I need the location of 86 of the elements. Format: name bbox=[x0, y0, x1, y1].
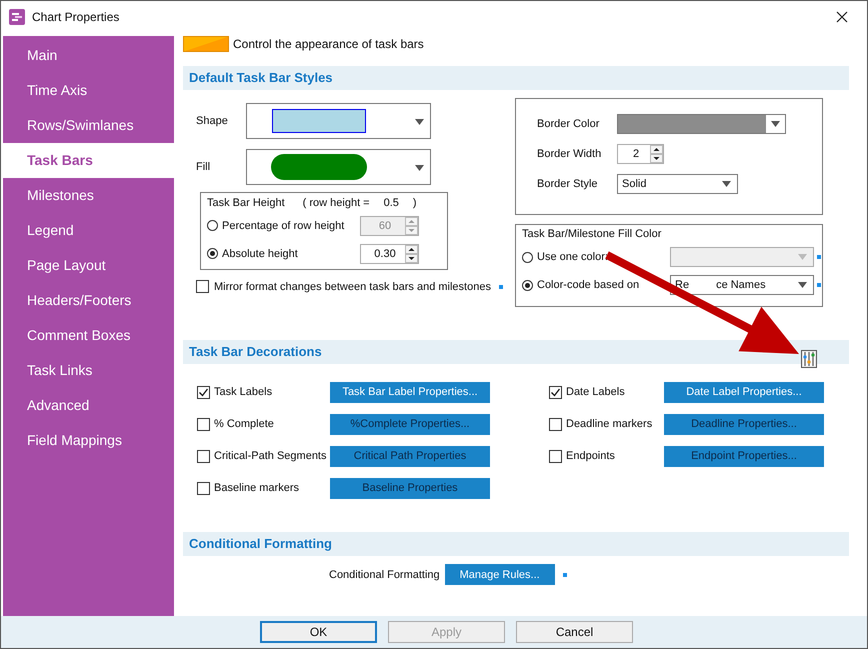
task-bar-icon bbox=[183, 36, 229, 52]
sidebar-item[interactable]: Headers/Footers bbox=[3, 283, 174, 318]
radio-button[interactable] bbox=[207, 248, 218, 259]
section-header: Default Task Bar Styles bbox=[183, 66, 849, 90]
header-text: Control the appearance of task bars bbox=[233, 37, 424, 51]
sidebar-item[interactable]: Advanced bbox=[3, 388, 174, 423]
properties-button[interactable]: Baseline Properties bbox=[330, 478, 490, 498]
radio-label: Use one color: bbox=[537, 251, 609, 263]
field-label: Border Width bbox=[537, 148, 602, 160]
spin-arrows-icon bbox=[650, 145, 663, 163]
manage-rules-button[interactable]: Manage Rules... bbox=[444, 564, 555, 585]
checkbox[interactable] bbox=[549, 386, 562, 398]
shape-dropdown[interactable] bbox=[246, 103, 431, 139]
checkbox-label: % Complete bbox=[214, 418, 275, 430]
dialog-button[interactable]: Cancel bbox=[516, 621, 633, 643]
dropdown-caret-icon bbox=[415, 165, 424, 171]
border-color-dropdown[interactable] bbox=[617, 114, 786, 134]
close-icon[interactable] bbox=[836, 11, 848, 23]
fill-dropdown[interactable] bbox=[246, 149, 431, 185]
radio-label: Color-code based on bbox=[537, 279, 640, 291]
checkbox-label: Baseline markers bbox=[214, 482, 300, 494]
sidebar-item[interactable]: Legend bbox=[3, 213, 174, 248]
app-icon bbox=[9, 9, 25, 25]
sidebar-item[interactable]: Field Mappings bbox=[3, 423, 174, 458]
properties-button[interactable]: Date Label Properties... bbox=[664, 382, 824, 402]
rounded-bar-swatch-icon bbox=[270, 154, 366, 180]
spin-arrows-icon bbox=[405, 216, 418, 234]
sidebar-item[interactable]: Task Links bbox=[3, 353, 174, 388]
checkbox[interactable] bbox=[197, 450, 210, 462]
dropdown-caret-icon bbox=[798, 282, 807, 288]
spin-arrows-icon bbox=[405, 244, 418, 262]
radio-button[interactable] bbox=[207, 220, 218, 231]
checkbox[interactable] bbox=[549, 450, 562, 462]
checkbox[interactable] bbox=[196, 280, 209, 293]
radio-label: Absolute height bbox=[222, 248, 299, 260]
sidebar-item[interactable]: Page Layout bbox=[3, 248, 174, 283]
border-style-dropdown[interactable]: Solid bbox=[617, 174, 738, 194]
checkbox[interactable] bbox=[197, 482, 210, 494]
field-label: Border Style bbox=[537, 178, 599, 190]
checkbox-label: Task Labels bbox=[214, 386, 274, 398]
sidebar-item[interactable]: Main bbox=[3, 38, 174, 73]
sidebar-item[interactable]: Milestones bbox=[3, 178, 174, 213]
checkbox[interactable] bbox=[549, 418, 562, 430]
checkbox-label: Mirror format changes between task bars and milestones bbox=[214, 280, 491, 292]
checkbox[interactable] bbox=[197, 386, 210, 398]
group-title: Task Bar Height bbox=[207, 197, 285, 209]
section-header: Task Bar Decorations bbox=[183, 340, 849, 364]
color-source-dropdown[interactable]: Re ce Names bbox=[670, 275, 814, 295]
checkbox-label: Deadline markers bbox=[566, 418, 654, 430]
dropdown-caret-icon bbox=[722, 181, 731, 187]
dropdown-caret-icon bbox=[798, 254, 807, 260]
radio-label: Percentage of row height bbox=[222, 220, 346, 232]
field-label: Conditional Formatting bbox=[329, 568, 440, 580]
sidebar-item[interactable]: Time Axis bbox=[3, 73, 174, 108]
color-source-dropdown[interactable] bbox=[670, 247, 814, 267]
group-title: Task Bar/Milestone Fill Color bbox=[522, 228, 662, 240]
radio-button[interactable] bbox=[522, 252, 533, 262]
row-height-value: 0.5 bbox=[384, 197, 399, 209]
sidebar-item[interactable]: Comment Boxes bbox=[3, 318, 174, 353]
checkbox[interactable] bbox=[197, 418, 210, 430]
number-spinner[interactable]: 60 bbox=[360, 216, 419, 236]
field-label: Shape bbox=[196, 115, 229, 127]
checkbox-label: Date Labels bbox=[566, 386, 626, 398]
dropdown-caret-icon bbox=[415, 119, 424, 125]
properties-button[interactable]: Task Bar Label Properties... bbox=[330, 382, 490, 402]
sidebar-item[interactable]: Rows/Swimlanes bbox=[3, 108, 174, 143]
properties-button[interactable]: Endpoint Properties... bbox=[664, 446, 824, 466]
section-header: Conditional Formatting bbox=[183, 532, 849, 556]
properties-button[interactable]: Critical Path Properties bbox=[330, 446, 490, 466]
properties-button[interactable]: %Complete Properties... bbox=[330, 414, 490, 434]
dialog-button[interactable]: OK bbox=[260, 621, 377, 643]
number-spinner[interactable]: 0.30 bbox=[360, 244, 419, 264]
checkbox-label: Critical-Path Segments bbox=[214, 450, 328, 462]
checkbox-label: Endpoints bbox=[566, 450, 616, 462]
number-spinner[interactable]: 2 bbox=[617, 144, 664, 164]
settings-icon[interactable] bbox=[801, 350, 817, 368]
row-height-close: ) bbox=[412, 197, 417, 209]
properties-button[interactable]: Deadline Properties... bbox=[664, 414, 824, 434]
row-height-label: ( row height = bbox=[302, 197, 370, 209]
field-label: Border Color bbox=[537, 118, 600, 130]
field-label: Fill bbox=[196, 161, 212, 173]
dropdown-caret-icon bbox=[771, 121, 780, 127]
radio-button[interactable] bbox=[522, 280, 533, 290]
window-title: Chart Properties bbox=[32, 10, 120, 24]
rectangle-swatch-icon bbox=[272, 109, 366, 133]
sidebar-item[interactable]: Task Bars bbox=[3, 143, 174, 178]
